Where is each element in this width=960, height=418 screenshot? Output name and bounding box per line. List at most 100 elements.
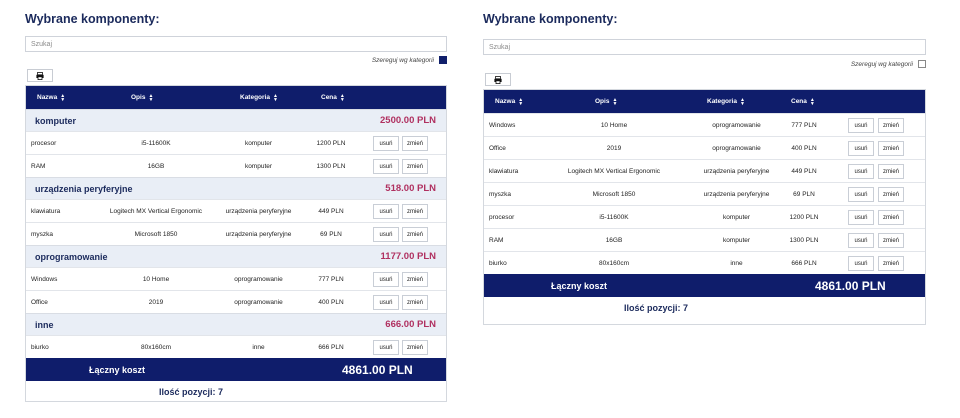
item-category: urządzenia peryferyjne: [225, 207, 292, 215]
edit-button[interactable]: zmień: [402, 295, 428, 310]
column-header-desc[interactable]: Opis ▲ ▼: [131, 86, 153, 109]
item-name: klawiatura: [489, 167, 519, 175]
item-name: biurko: [31, 343, 49, 351]
edit-button[interactable]: zmień: [402, 272, 428, 287]
printer-icon: [36, 71, 44, 80]
column-header-category[interactable]: Kategoria ▲ ▼: [240, 86, 278, 109]
column-header-desc[interactable]: Opis ▲ ▼: [595, 90, 617, 113]
item-category: oprogramowanie: [712, 121, 761, 129]
sort-arrows-icon[interactable]: ▲ ▼: [273, 93, 278, 102]
edit-button[interactable]: zmień: [878, 118, 904, 133]
category-sum: 2500.00 PLN: [380, 115, 436, 126]
delete-button[interactable]: usuń: [373, 340, 399, 355]
edit-button[interactable]: zmień: [878, 141, 904, 156]
sort-arrows-icon[interactable]: ▲ ▼: [810, 97, 815, 106]
edit-button[interactable]: zmień: [402, 136, 428, 151]
table-row: Office 2019 oprogramowanie 400 PLN usuń zmień: [484, 136, 925, 159]
edit-button[interactable]: zmień: [402, 227, 428, 242]
sort-arrows-icon[interactable]: ▲ ▼: [740, 97, 745, 106]
edit-button[interactable]: zmień: [402, 204, 428, 219]
table-row: klawiatura Logitech MX Vertical Ergonomic…: [26, 199, 446, 222]
item-price: 666 PLN: [318, 343, 344, 351]
table-header: Nazwa ▲ ▼ Opis ▲ ▼ Kategoria ▲ ▼ Cena ▲ ▼: [26, 86, 446, 109]
item-price: 69 PLN: [793, 190, 815, 198]
table-row: myszka Microsoft 1850 urządzenia peryferyj…: [484, 182, 925, 205]
item-name: procesor: [31, 139, 57, 147]
column-header-price[interactable]: Cena ▲ ▼: [791, 90, 815, 113]
delete-button[interactable]: usuń: [373, 295, 399, 310]
category-group-header: oprogramowanie 1177.00 PLN: [26, 245, 446, 267]
sort-arrows-icon[interactable]: ▲ ▼: [518, 97, 523, 106]
item-price: 777 PLN: [318, 275, 344, 283]
item-description: 2019: [148, 298, 164, 306]
sort-arrows-icon[interactable]: ▲ ▼: [340, 93, 345, 102]
sort-arrows-icon[interactable]: ▲ ▼: [60, 93, 65, 102]
item-name: myszka: [489, 190, 512, 198]
item-price: 449 PLN: [318, 207, 344, 215]
print-button[interactable]: [27, 69, 53, 82]
group-by-checkbox[interactable]: [918, 60, 926, 68]
column-header-category[interactable]: Kategoria ▲ ▼: [707, 90, 745, 113]
edit-button[interactable]: zmień: [878, 210, 904, 225]
print-button[interactable]: [485, 73, 511, 86]
item-category: komputer: [722, 213, 751, 221]
edit-button[interactable]: zmień: [402, 340, 428, 355]
delete-button[interactable]: usuń: [848, 233, 874, 248]
category-name: urządzenia peryferyjne: [35, 183, 133, 194]
delete-button[interactable]: usuń: [848, 210, 874, 225]
item-description: Logitech MX Vertical Ergonomic: [109, 207, 203, 215]
edit-button[interactable]: zmień: [878, 233, 904, 248]
total-cost-value: 4861.00 PLN: [815, 278, 886, 293]
delete-button[interactable]: usuń: [848, 164, 874, 179]
group-by-checkbox[interactable]: [439, 56, 447, 64]
edit-button[interactable]: zmień: [878, 256, 904, 271]
delete-button[interactable]: usuń: [373, 272, 399, 287]
item-price: 400 PLN: [318, 298, 344, 306]
column-header-name[interactable]: Nazwa ▲ ▼: [37, 86, 65, 109]
delete-button[interactable]: usuń: [373, 159, 399, 174]
column-header-price[interactable]: Cena ▲ ▼: [321, 86, 345, 109]
table-row: RAM 16GB komputer 1300 PLN usuń zmień: [484, 228, 925, 251]
group-by-category-toggle[interactable]: Szereguj wg kategorii: [851, 60, 926, 68]
category-sum: 666.00 PLN: [385, 319, 436, 330]
group-by-category-toggle[interactable]: Szereguj wg kategorii: [372, 56, 447, 64]
group-by-label: Szereguj wg kategorii: [371, 56, 434, 64]
delete-button[interactable]: usuń: [848, 141, 874, 156]
item-price: 666 PLN: [791, 259, 817, 267]
delete-button[interactable]: usuń: [373, 204, 399, 219]
item-category: oprogramowanie: [234, 275, 283, 283]
search-input[interactable]: Szukaj: [483, 39, 926, 55]
column-header-label: Opis: [595, 98, 610, 105]
delete-button[interactable]: usuń: [373, 227, 399, 242]
item-name: Windows: [489, 121, 516, 129]
table-row: Office 2019 oprogramowanie 400 PLN usuń zmień: [26, 290, 446, 313]
table-row: RAM 16GB komputer 1300 PLN usuń zmień: [26, 154, 446, 177]
item-name: procesor: [489, 213, 515, 221]
column-header-name[interactable]: Nazwa ▲ ▼: [495, 90, 523, 113]
table-row: biurko 80x160cm inne 666 PLN usuń zmień: [26, 335, 446, 358]
delete-button[interactable]: usuń: [848, 118, 874, 133]
delete-button[interactable]: usuń: [848, 256, 874, 271]
group-by-label: Szereguj wg kategorii: [850, 60, 913, 68]
category-sum: 518.00 PLN: [385, 183, 436, 194]
item-name: RAM: [31, 162, 46, 170]
edit-button[interactable]: zmień: [402, 159, 428, 174]
category-sum: 1177.00 PLN: [380, 251, 436, 262]
total-cost-bar: Łączny koszt 4861.00 PLN: [484, 274, 925, 297]
total-cost-label: Łączny koszt: [551, 280, 608, 291]
edit-button[interactable]: zmień: [878, 187, 904, 202]
sort-arrows-icon[interactable]: ▲ ▼: [148, 93, 153, 102]
delete-button[interactable]: usuń: [848, 187, 874, 202]
edit-button[interactable]: zmień: [878, 164, 904, 179]
search-input[interactable]: Szukaj: [25, 36, 447, 52]
category-group-header: komputer 2500.00 PLN: [26, 109, 446, 131]
delete-button[interactable]: usuń: [373, 136, 399, 151]
column-header-label: Cena: [321, 94, 337, 101]
item-description: 10 Home: [600, 121, 628, 129]
item-category: oprogramowanie: [712, 144, 761, 152]
sort-arrows-icon[interactable]: ▲ ▼: [612, 97, 617, 106]
printer-icon: [494, 75, 502, 84]
item-name: klawiatura: [31, 207, 61, 215]
item-name: biurko: [489, 259, 507, 267]
item-category: komputer: [244, 139, 273, 147]
